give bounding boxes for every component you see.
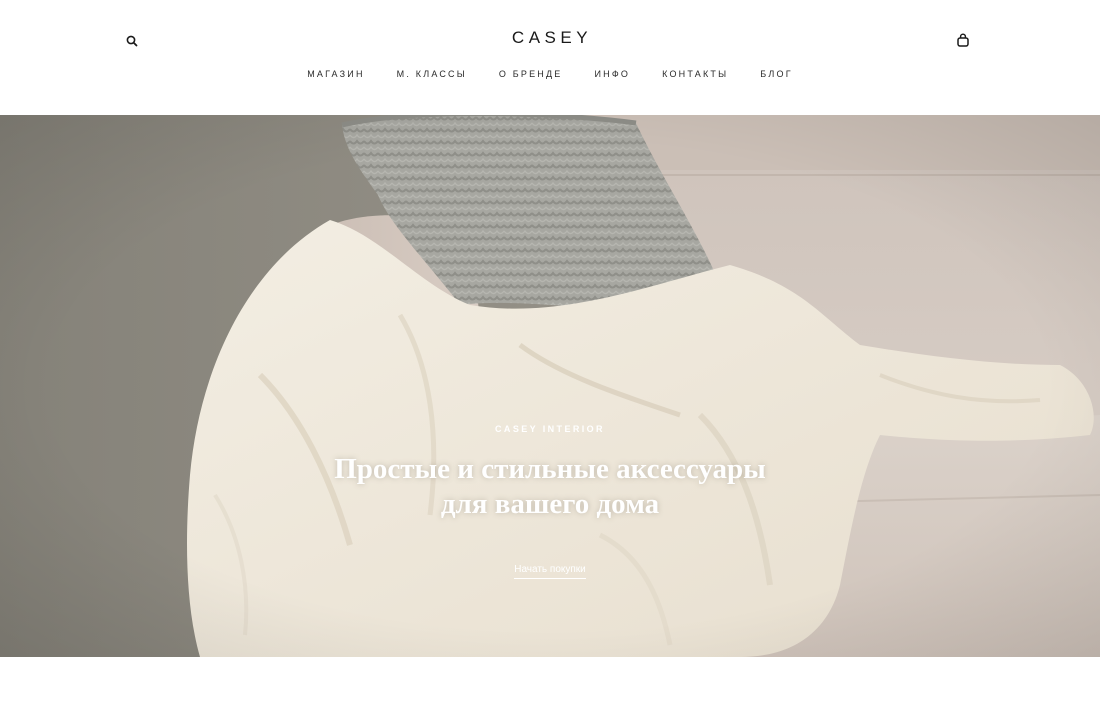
page-below-hero — [0, 657, 1100, 701]
cart-button[interactable] — [953, 30, 973, 50]
hero-cta-wrapper: Начать покупки — [0, 559, 1100, 579]
shopping-bag-icon — [957, 33, 969, 47]
hero-banner: CASEY INTERIOR Простые и стильные аксесс… — [0, 115, 1100, 657]
nav-item-masterclasses[interactable]: М. КЛАССЫ — [397, 69, 467, 79]
nav-item-contacts[interactable]: КОНТАКТЫ — [662, 69, 728, 79]
nav-item-shop[interactable]: МАГАЗИН — [307, 69, 364, 79]
site-header: CASEY МАГАЗИН М. КЛАССЫ О БРЕНДЕ ИНФО КО… — [0, 0, 1100, 115]
hero-title-line-1: Простые и стильные аксессуары — [334, 453, 766, 485]
site-logo[interactable]: CASEY — [0, 28, 1100, 48]
hero-title: Простые и стильные аксессуары для вашего… — [250, 452, 850, 522]
hero-eyebrow: CASEY INTERIOR — [495, 424, 605, 434]
start-shopping-link[interactable]: Начать покупки — [514, 564, 586, 579]
nav-item-blog[interactable]: БЛОГ — [760, 69, 793, 79]
main-nav: МАГАЗИН М. КЛАССЫ О БРЕНДЕ ИНФО КОНТАКТЫ… — [0, 69, 1100, 79]
hero-title-line-2: для вашего дома — [440, 488, 660, 520]
nav-item-info[interactable]: ИНФО — [595, 69, 631, 79]
nav-item-about-brand[interactable]: О БРЕНДЕ — [499, 69, 563, 79]
